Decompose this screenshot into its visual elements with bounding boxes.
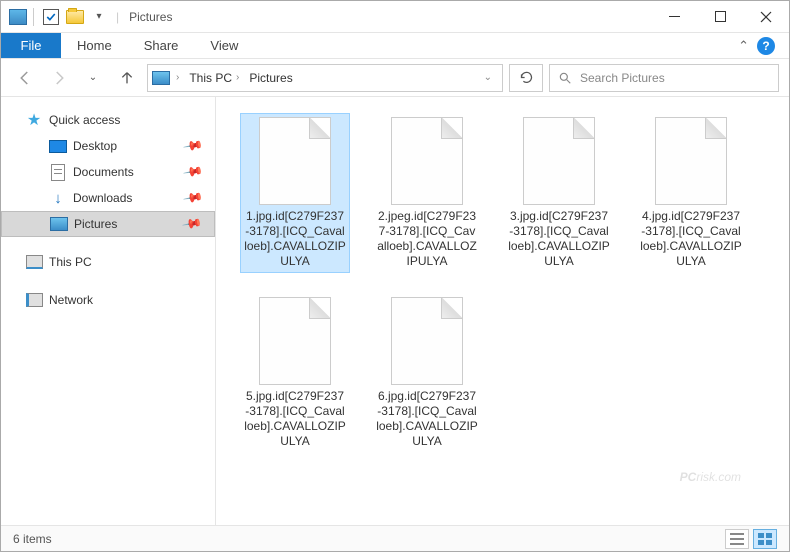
- file-label: 3.jpg.id[C279F237-3178].[ICQ_Cavalloeb].…: [508, 209, 610, 269]
- pin-icon: 📌: [181, 213, 203, 235]
- sidebar-item-quick-access[interactable]: ★ Quick access: [1, 107, 215, 133]
- maximize-button[interactable]: [697, 2, 743, 32]
- status-bar: 6 items: [1, 525, 789, 551]
- file-item[interactable]: 4.jpg.id[C279F237-3178].[ICQ_Cavalloeb].…: [636, 113, 746, 273]
- pin-icon: 📌: [182, 187, 204, 209]
- forward-button[interactable]: [45, 64, 73, 92]
- qat-folder-button[interactable]: [64, 6, 86, 28]
- app-icon: [9, 9, 27, 25]
- pc-icon: [26, 255, 43, 269]
- sidebar-item-pictures[interactable]: Pictures 📌: [1, 211, 215, 237]
- crumb-this-pc[interactable]: This PC›: [185, 71, 243, 85]
- navigation-pane: ★ Quick access Desktop 📌 Documents 📌 ↓ D…: [1, 97, 216, 525]
- address-dropdown-icon[interactable]: ⌄: [484, 72, 498, 83]
- file-label: 1.jpg.id[C279F237-3178].[ICQ_Cavalloeb].…: [244, 209, 346, 269]
- file-thumbnail-icon: [391, 297, 463, 385]
- title-bar: ▾ | Pictures: [1, 1, 789, 33]
- file-item[interactable]: 3.jpg.id[C279F237-3178].[ICQ_Cavalloeb].…: [504, 113, 614, 273]
- ribbon-menu: File Home Share View ⌃ ?: [1, 33, 789, 59]
- file-label: 6.jpg.id[C279F237-3178].[ICQ_Cavalloeb].…: [376, 389, 478, 449]
- minimize-button[interactable]: [651, 2, 697, 32]
- file-thumbnail-icon: [655, 117, 727, 205]
- sidebar-item-downloads[interactable]: ↓ Downloads 📌: [1, 185, 215, 211]
- file-label: 4.jpg.id[C279F237-3178].[ICQ_Cavalloeb].…: [640, 209, 742, 269]
- recent-locations-button[interactable]: ⌄: [79, 64, 107, 92]
- content-area[interactable]: 1.jpg.id[C279F237-3178].[ICQ_Cavalloeb].…: [216, 97, 789, 525]
- sidebar-item-this-pc[interactable]: This PC: [1, 249, 215, 275]
- address-bar[interactable]: › This PC› Pictures ⌄: [147, 64, 503, 92]
- details-view-button[interactable]: [725, 529, 749, 549]
- file-label: 5.jpg.id[C279F237-3178].[ICQ_Cavalloeb].…: [244, 389, 346, 449]
- watermark: PCrisk.com: [680, 446, 741, 491]
- refresh-button[interactable]: [509, 64, 543, 92]
- search-placeholder: Search Pictures: [580, 71, 665, 85]
- nav-bar: ⌄ › This PC› Pictures ⌄ Search Pictures: [1, 59, 789, 97]
- network-icon: [26, 293, 43, 307]
- tab-view[interactable]: View: [194, 33, 254, 58]
- tab-share[interactable]: Share: [128, 33, 195, 58]
- back-button[interactable]: [11, 64, 39, 92]
- thumbnails-view-button[interactable]: [753, 529, 777, 549]
- folder-pic-icon: [152, 71, 170, 85]
- qat-customize-button[interactable]: ▾: [88, 6, 110, 28]
- file-item[interactable]: 1.jpg.id[C279F237-3178].[ICQ_Cavalloeb].…: [240, 113, 350, 273]
- file-tab[interactable]: File: [1, 33, 61, 58]
- search-icon: [558, 71, 572, 85]
- file-thumbnail-icon: [523, 117, 595, 205]
- crumb-pictures[interactable]: Pictures: [245, 71, 296, 85]
- item-count: 6 items: [13, 532, 52, 546]
- star-icon: ★: [27, 110, 41, 130]
- file-item[interactable]: 5.jpg.id[C279F237-3178].[ICQ_Cavalloeb].…: [240, 293, 350, 453]
- help-icon[interactable]: ?: [757, 37, 775, 55]
- file-label: 2.jpeg.id[C279F237-3178].[ICQ_Cavalloeb]…: [376, 209, 478, 269]
- document-icon: [51, 164, 65, 181]
- pin-icon: 📌: [182, 135, 204, 157]
- ribbon-collapse-icon[interactable]: ⌃: [738, 38, 749, 54]
- pictures-icon: [50, 217, 68, 231]
- file-item[interactable]: 2.jpeg.id[C279F237-3178].[ICQ_Cavalloeb]…: [372, 113, 482, 273]
- file-thumbnail-icon: [391, 117, 463, 205]
- qat-properties-button[interactable]: [40, 6, 62, 28]
- file-thumbnail-icon: [259, 297, 331, 385]
- download-icon: ↓: [54, 190, 62, 207]
- window-title: Pictures: [129, 10, 172, 24]
- up-button[interactable]: [113, 64, 141, 92]
- sidebar-item-desktop[interactable]: Desktop 📌: [1, 133, 215, 159]
- file-thumbnail-icon: [259, 117, 331, 205]
- pin-icon: 📌: [182, 161, 204, 183]
- tab-home[interactable]: Home: [61, 33, 128, 58]
- close-button[interactable]: [743, 2, 789, 32]
- desktop-icon: [49, 140, 67, 153]
- search-input[interactable]: Search Pictures: [549, 64, 779, 92]
- sidebar-item-documents[interactable]: Documents 📌: [1, 159, 215, 185]
- explorer-window: ▾ | Pictures File Home Share View ⌃ ?: [0, 0, 790, 552]
- sidebar-item-network[interactable]: Network: [1, 287, 215, 313]
- file-item[interactable]: 6.jpg.id[C279F237-3178].[ICQ_Cavalloeb].…: [372, 293, 482, 453]
